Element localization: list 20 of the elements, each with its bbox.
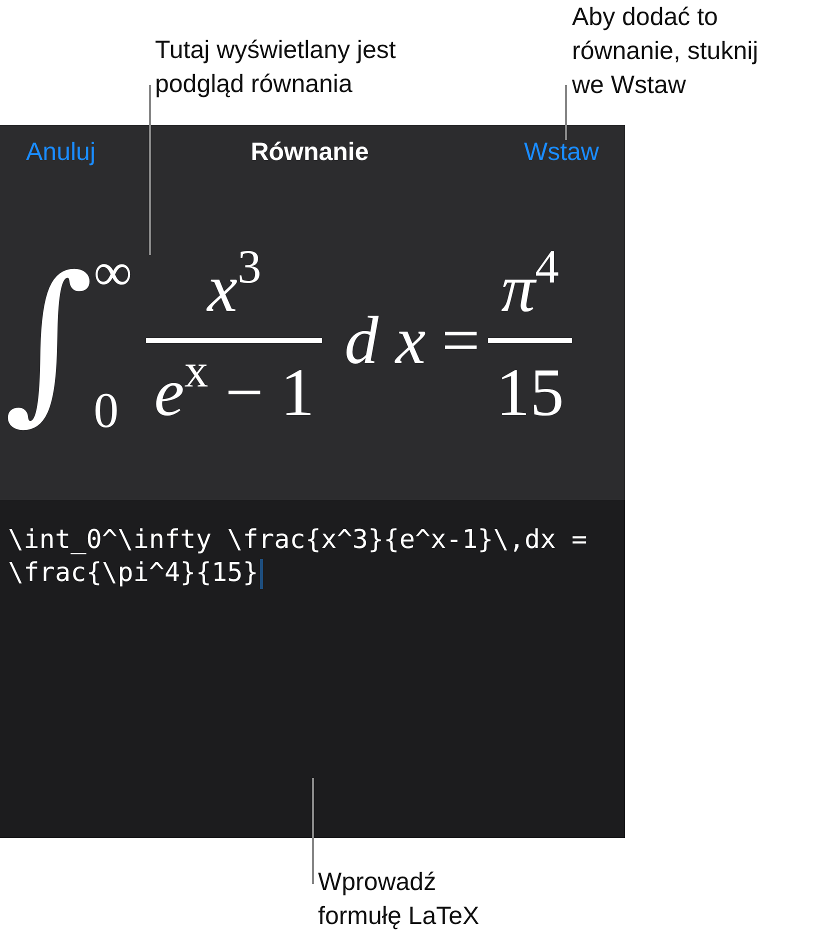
numerator: x$^{3}$ [206,249,262,328]
insert-button[interactable]: Wstaw [524,138,599,167]
text-caret [260,558,264,588]
denominator: e$^{x}$ − 1 [153,352,316,431]
dialog-title: Równanie [250,138,369,167]
latex-editor[interactable]: \int_0^\infty \frac{x^3}{e^x-1}\,dx = \frac{\pi^4}{15} [0,500,625,838]
code-line: \frac{\pi^4}{15} [8,557,258,590]
numerator: π$^{4}$ [500,249,560,328]
integral-sign: ∫ [4,238,94,442]
callout-text: Aby dodać to równanie, stuknij we Wstaw [572,2,760,101]
differential: d x [344,300,426,380]
denominator: 15 [495,352,566,431]
cancel-button[interactable]: Anuluj [26,138,96,167]
leader-line [565,85,567,140]
code-line: \int_0^\infty \frac{x^3}{e^x-1}\,dx = [8,524,588,557]
lower-limit: 0 [94,385,120,435]
equals-sign: = [442,300,480,380]
upper-limit: ∞ [94,245,132,299]
callout-text: Tutaj wyświetlany jest podgląd równania [155,35,397,100]
callout-text: Wprowadź formułę LaTeX [318,867,480,932]
